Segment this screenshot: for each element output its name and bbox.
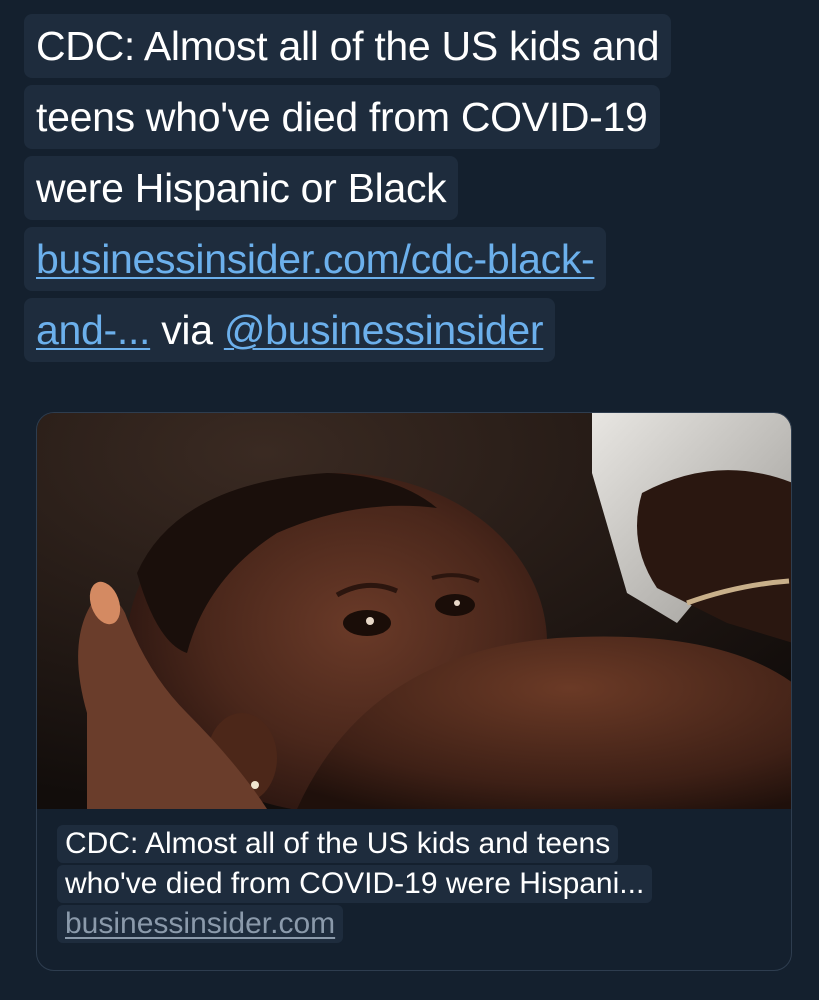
article-link-continued[interactable]: and-... <box>36 307 150 353</box>
link-preview-card[interactable]: CDC: Almost all of the US kids and teens… <box>36 412 792 971</box>
card-title-line-1: CDC: Almost all of the US kids and teens <box>57 825 619 863</box>
tweet-text-line-2: teens who've died from COVID-19 <box>24 85 660 149</box>
via-text: via <box>150 307 224 353</box>
card-domain: businessinsider.com <box>65 907 336 940</box>
tweet-text: CDC: Almost all of the US kids and teens… <box>24 14 804 369</box>
card-image[interactable] <box>37 413 792 809</box>
mention-link[interactable]: @businessinsider <box>224 307 544 353</box>
tweet-text-line-1: CDC: Almost all of the US kids and <box>24 14 672 78</box>
card-title-line-2: who've died from COVID-19 were Hispani..… <box>57 865 653 903</box>
tweet-text-line-3: were Hispanic or Black <box>24 156 459 220</box>
article-link[interactable]: businessinsider.com/cdc-black- <box>36 236 595 282</box>
card-meta[interactable]: CDC: Almost all of the US kids and teens… <box>57 825 773 945</box>
